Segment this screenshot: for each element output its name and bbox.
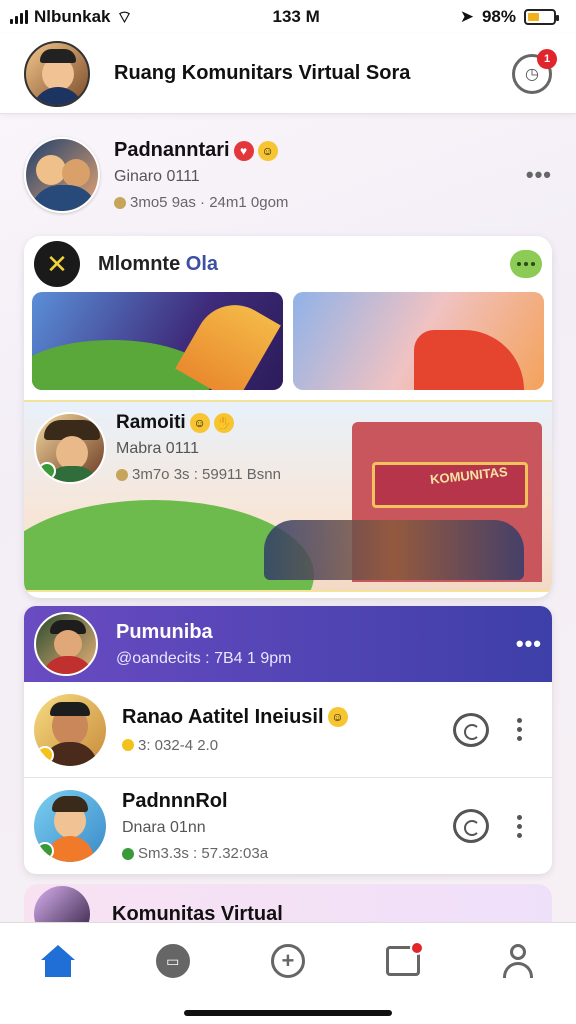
list-item-meta: 3: 032-4 2.0 — [122, 737, 453, 754]
battery-percent: 98% — [481, 7, 516, 26]
status-left: Nlbunkak ⌔ — [10, 7, 133, 28]
coin-icon — [116, 468, 128, 481]
nav-create[interactable]: + — [263, 939, 313, 983]
clock-icon: ◷ — [525, 65, 539, 83]
battery-icon — [523, 9, 559, 25]
list-item-subtitle: Dnara 01nn — [122, 819, 206, 836]
smile-emoji-icon: ☺ — [189, 413, 210, 433]
online-badge — [38, 462, 56, 480]
feature-meta-text: 3m7o 3s : 59911 Bsnn — [132, 466, 281, 483]
list-item-meta-text: 3: 032-4 2.0 — [138, 736, 219, 754]
nav-profile[interactable] — [493, 939, 543, 983]
list-item-info: Ranao Aatitel Ineiusil ☺ 3: 032-4 2.0 — [122, 706, 453, 754]
bottom-navigation: ▭ + — [0, 922, 576, 1024]
signal-icon — [10, 10, 28, 24]
nav-activity[interactable] — [378, 939, 428, 983]
group-title-main: Mlomnte — [98, 252, 181, 275]
home-icon — [40, 945, 75, 977]
list-item-meta-text: Sm3.3s : 57.32:03a — [138, 845, 269, 862]
reply-icon[interactable] — [453, 712, 489, 747]
feature-author-name: Ramoiti — [116, 412, 186, 433]
coin-icon — [122, 739, 134, 751]
media-tiles — [24, 292, 552, 390]
nav-home[interactable] — [33, 939, 83, 983]
coin-icon — [114, 196, 126, 209]
wifi-icon: ⌔ — [116, 7, 133, 27]
feature-post-info: Ramoiti ☺ ✋ Mabra 0111 3m7o 3s : 59911 B… — [116, 412, 281, 483]
chat-header-title: Pumuniba — [116, 620, 213, 643]
list-item-info: PadnnnRol Dnara 01nn Sm3.3s : 57.32:03a — [122, 790, 453, 862]
smile-emoji-icon: ☺ — [257, 140, 278, 161]
more-options-icon[interactable]: ••• — [516, 631, 542, 657]
activity-badge — [410, 941, 425, 955]
list-item[interactable]: PadnnnRol Dnara 01nn Sm3.3s : 57.32:03a — [24, 778, 552, 874]
group-card[interactable]: ✕ Mlomnte Ola KOMUNITAS Ramoiti ☺ ✋ Mabr… — [24, 236, 552, 598]
feature-subtitle: Mabra 0111 — [116, 440, 200, 457]
carrier-label: Nlbunkak — [34, 7, 111, 26]
user-icon — [501, 944, 535, 978]
home-indicator — [184, 1010, 392, 1016]
chat-bubble-icon[interactable] — [510, 250, 542, 278]
group-header: ✕ Mlomnte Ola — [24, 236, 552, 292]
post-meta-text: 3mo5 9as · 24m1 0gom — [130, 194, 289, 211]
post-avatar[interactable] — [24, 137, 100, 213]
group-logo-icon: ✕ — [34, 241, 80, 287]
timer-button[interactable]: ◷ 1 — [512, 48, 557, 94]
post-author-name: Padnanntari — [114, 139, 230, 161]
chat-list-card: Pumuniba @oandecits : 7B4 1 9pm ••• Rana… — [24, 606, 552, 874]
battery-fill — [527, 13, 539, 21]
status-bar: Nlbunkak ⌔ 133 M ➤ 98% — [0, 0, 576, 34]
media-tile-relax[interactable] — [293, 292, 544, 390]
profile-avatar[interactable] — [24, 40, 90, 107]
feature-avatar[interactable] — [34, 412, 106, 484]
post-author[interactable]: Padnanntari ♥ ☺ — [114, 139, 526, 162]
list-avatar[interactable] — [34, 693, 106, 766]
feature-post[interactable]: KOMUNITAS Ramoiti ☺ ✋ Mabra 0111 3m7o 3s… — [24, 400, 552, 592]
post-meta: 3mo5 9as · 24m1 0gom — [114, 194, 526, 211]
post-info: Padnanntari ♥ ☺ Ginaro 0111 3mo5 9as · 2… — [114, 139, 526, 211]
group-avatar[interactable] — [34, 612, 98, 676]
list-item-title: Ranao Aatitel Ineiusil ☺ — [122, 706, 453, 729]
heart-emoji-icon: ♥ — [233, 140, 254, 161]
kebab-menu-icon[interactable] — [517, 718, 522, 741]
status-right: ➤ 98% — [459, 7, 559, 27]
clock: 133 M — [272, 7, 320, 26]
feature-meta: 3m7o 3s : 59911 Bsnn — [116, 466, 281, 483]
status-badge — [36, 745, 54, 764]
post-subtitle: Ginaro 0111 — [114, 168, 200, 185]
crowd-illustration — [264, 520, 524, 580]
chat-header-meta: @oandecits : 7B4 1 9pm — [116, 649, 292, 667]
location-icon: ➤ — [459, 7, 474, 26]
smile-emoji-icon: ☺ — [327, 707, 348, 727]
app-header: Ruang Komunitars Virtual Sora ◷ 1 — [0, 34, 576, 114]
chat-list-header[interactable]: Pumuniba @oandecits : 7B4 1 9pm ••• — [24, 606, 552, 682]
list-item-meta: Sm3.3s : 57.32:03a — [122, 845, 453, 862]
feature-author[interactable]: Ramoiti ☺ ✋ — [116, 412, 281, 434]
chat-header-info: Pumuniba @oandecits : 7B4 1 9pm — [116, 621, 516, 668]
list-avatar[interactable] — [34, 790, 106, 862]
reply-icon[interactable] — [453, 809, 489, 843]
media-tile-carnival[interactable] — [32, 292, 283, 390]
post-item[interactable]: Padnanntari ♥ ☺ Ginaro 0111 3mo5 9as · 2… — [24, 130, 552, 220]
list-item-name: Ranao Aatitel Ineiusil — [122, 705, 324, 728]
group-title-accent: Ola — [185, 252, 219, 275]
notification-badge: 1 — [537, 48, 557, 69]
feature-post-header: Ramoiti ☺ ✋ Mabra 0111 3m7o 3s : 59911 B… — [34, 412, 281, 484]
page-title: Ruang Komunitars Virtual Sora — [114, 62, 411, 84]
add-icon: + — [270, 944, 305, 978]
nav-messages[interactable]: ▭ — [148, 939, 198, 983]
group-title[interactable]: Mlomnte Ola — [98, 253, 510, 276]
message-icon: ▭ — [155, 944, 190, 978]
status-dot-icon — [122, 847, 134, 860]
list-item-name: PadnnnRol — [122, 790, 228, 812]
kebab-menu-icon[interactable] — [517, 814, 522, 838]
list-item[interactable]: Ranao Aatitel Ineiusil ☺ 3: 032-4 2.0 — [24, 682, 552, 778]
more-options-icon[interactable]: ••• — [526, 162, 552, 188]
online-badge — [36, 842, 54, 860]
clap-emoji-icon: ✋ — [213, 413, 234, 433]
